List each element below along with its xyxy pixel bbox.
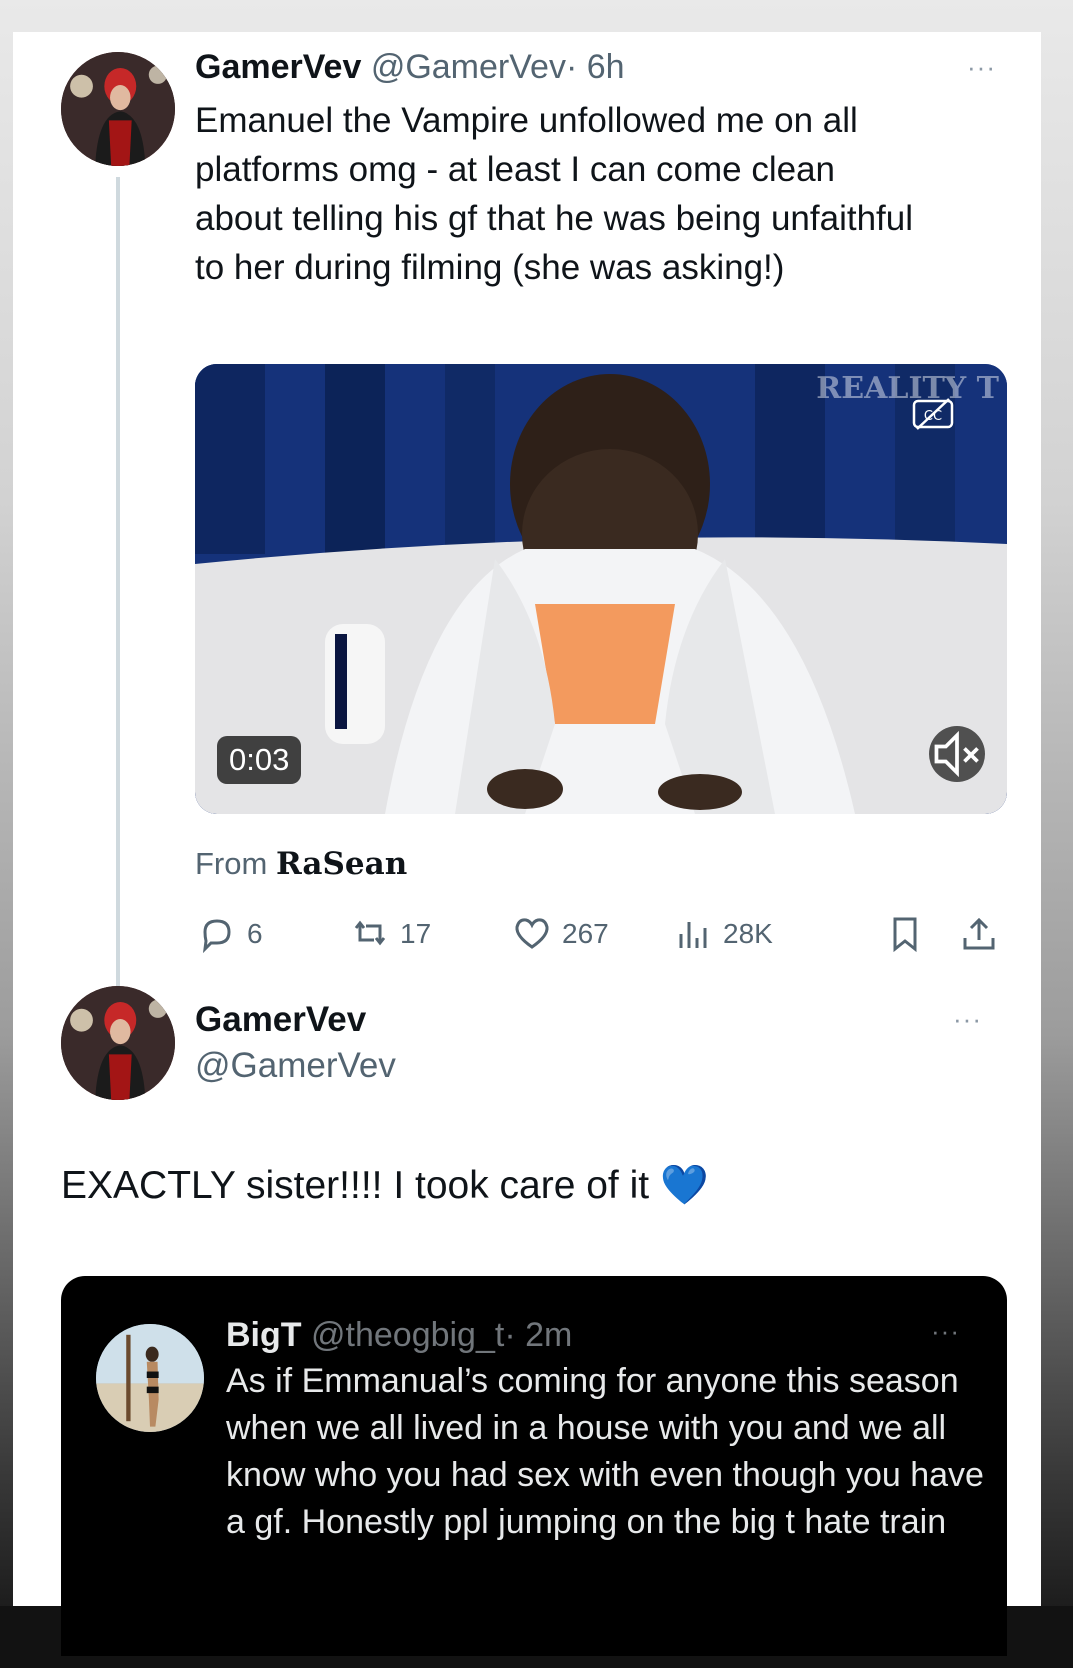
mute-icon[interactable] [929, 726, 985, 782]
from-source-name[interactable]: RaSean [276, 846, 407, 882]
quoted-tweet-header: BigT @theogbig_t· 2m [226, 1316, 572, 1355]
reply-icon [202, 919, 231, 954]
tweet-time[interactable]: · 6h [566, 48, 625, 86]
quoted-tweet-screenshot[interactable]: BigT @theogbig_t· 2m ··· As if Emmanual’… [61, 1276, 1007, 1656]
like-button[interactable]: 267 [512, 914, 609, 954]
tweet-video[interactable]: REALITY T CC 0:03 [195, 364, 1007, 814]
like-count: 267 [562, 918, 609, 949]
author-avatar[interactable] [61, 52, 175, 166]
tweet-actions: 6 17 267 28K [195, 914, 1005, 964]
retweet-icon [354, 920, 386, 946]
video-frame [195, 364, 1007, 814]
share-icon [963, 917, 995, 950]
svg-text:CC: CC [924, 409, 942, 424]
author-handle[interactable]: @GamerVev [371, 48, 566, 86]
blue-heart-emoji: 💙 [659, 1163, 709, 1208]
reply-author-handle[interactable]: @GamerVev [195, 1046, 396, 1086]
video-duration: 0:03 [217, 736, 302, 784]
quoted-author-handle: @theogbig_t [311, 1316, 505, 1354]
heart-icon [515, 918, 549, 949]
video-watermark: REALITY T [816, 371, 999, 406]
captions-icon[interactable]: CC [911, 396, 955, 432]
thread-connector-line [116, 177, 120, 1007]
bookmark-button[interactable] [885, 914, 935, 954]
author-name[interactable]: GamerVev [195, 48, 361, 86]
views-icon [679, 922, 707, 948]
retweet-count: 17 [400, 918, 432, 949]
reply-header: GamerVev @GamerVev [195, 1000, 396, 1086]
views-button[interactable]: 28K [673, 914, 773, 954]
retweet-button[interactable]: 17 [350, 914, 431, 954]
quoted-time: · 2m [504, 1316, 573, 1354]
video-attribution[interactable]: From RaSean [195, 846, 407, 882]
reply-text-row: EXACTLY sister!!!! I took care of it 💙 [61, 1162, 709, 1208]
from-prefix: From [195, 846, 268, 881]
share-button[interactable] [959, 914, 1009, 954]
quoted-more-options-icon: ··· [931, 1316, 960, 1346]
tweet-header: GamerVev @GamerVev· 6h [195, 48, 625, 87]
reply-author-avatar[interactable] [61, 986, 175, 1100]
reply-author-name[interactable]: GamerVev [195, 1000, 396, 1040]
reply-text: EXACTLY sister!!!! I took care of it [61, 1164, 650, 1207]
tweet-thread-card: GamerVev @GamerVev· 6h ··· Emanuel the V… [13, 32, 1041, 1656]
view-count: 28K [723, 918, 773, 949]
quoted-author-name: BigT [226, 1316, 302, 1354]
more-options-icon[interactable]: ··· [967, 52, 996, 83]
bookmark-icon [893, 917, 917, 953]
reply-count: 6 [247, 918, 263, 949]
quoted-author-avatar [96, 1324, 204, 1432]
reply-button[interactable]: 6 [197, 914, 263, 954]
reply-more-options-icon[interactable]: ··· [953, 1004, 982, 1035]
tweet-text: Emanuel the Vampire unfollowed me on all… [195, 101, 913, 287]
quoted-tweet-text: As if Emmanual’s coming for anyone this … [226, 1362, 984, 1541]
